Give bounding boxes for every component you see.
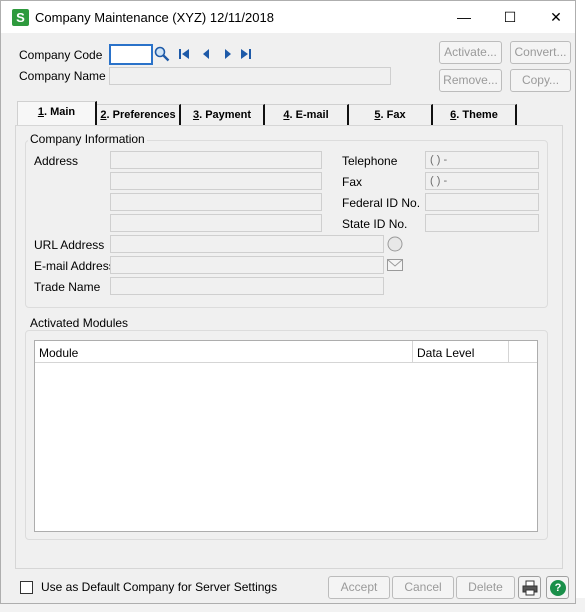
default-company-checkbox[interactable]: [20, 581, 33, 594]
company-code-input[interactable]: [109, 44, 153, 65]
tab-email[interactable]: 4. E-mail: [265, 104, 349, 126]
data-level-column-header[interactable]: Data Level: [417, 346, 474, 360]
trade-name-field[interactable]: [110, 277, 384, 295]
modules-grid-header: Module Data Level: [35, 341, 537, 363]
minimize-button[interactable]: —: [441, 1, 487, 33]
tab-payment[interactable]: 3. Payment: [181, 104, 265, 126]
help-button[interactable]: ?: [546, 576, 569, 599]
address-label: Address: [34, 154, 79, 168]
activated-modules-title: Activated Modules: [28, 316, 131, 330]
company-name-field[interactable]: [109, 67, 391, 85]
default-company-label: Use as Default Company for Server Settin…: [41, 580, 278, 594]
printer-icon: [522, 580, 538, 596]
next-record-icon[interactable]: [221, 48, 235, 62]
company-maintenance-window: S Company Maintenance (XYZ) 12/11/2018 —…: [0, 0, 576, 604]
tab-main[interactable]: 1. Main: [17, 101, 97, 127]
window-title: Company Maintenance (XYZ) 12/11/2018: [35, 10, 274, 25]
help-icon: ?: [550, 580, 566, 596]
maximize-button[interactable]: ☐: [487, 1, 533, 33]
last-record-icon[interactable]: [239, 48, 253, 62]
tab-fax[interactable]: 5. Fax: [349, 104, 433, 126]
first-record-icon[interactable]: [177, 48, 191, 62]
state-id-label: State ID No.: [342, 217, 408, 231]
fax-field[interactable]: ( ) -: [425, 172, 539, 190]
url-address-field[interactable]: [110, 235, 384, 253]
fax-label: Fax: [342, 175, 363, 189]
trade-name-label: Trade Name: [34, 280, 101, 294]
envelope-icon[interactable]: [387, 259, 403, 271]
copy-button[interactable]: Copy...: [510, 69, 571, 92]
close-button[interactable]: ✕: [533, 1, 579, 33]
print-button[interactable]: [518, 576, 541, 599]
tab-theme[interactable]: 6. Theme: [433, 104, 517, 126]
company-name-label: Company Name: [19, 69, 106, 83]
federal-id-field[interactable]: [425, 193, 539, 211]
app-logo-icon: S: [12, 9, 29, 26]
title-bar: S Company Maintenance (XYZ) 12/11/2018 —…: [1, 1, 575, 33]
column-separator: [412, 341, 413, 363]
activate-button[interactable]: Activate...: [439, 41, 502, 64]
federal-id-label: Federal ID No.: [342, 196, 421, 210]
url-address-label: URL Address: [34, 238, 105, 252]
address-line-1-field[interactable]: [110, 151, 322, 169]
modules-grid[interactable]: Module Data Level: [34, 340, 538, 532]
globe-icon[interactable]: [387, 236, 403, 252]
lookup-search-icon[interactable]: [154, 46, 170, 62]
cancel-button[interactable]: Cancel: [392, 576, 454, 599]
accept-button[interactable]: Accept: [328, 576, 390, 599]
convert-button[interactable]: Convert...: [510, 41, 571, 64]
email-address-field[interactable]: [110, 256, 384, 274]
previous-record-icon[interactable]: [199, 48, 213, 62]
company-code-label: Company Code: [19, 48, 103, 62]
state-id-field[interactable]: [425, 214, 539, 232]
delete-button[interactable]: Delete: [456, 576, 515, 599]
email-address-label: E-mail Address: [34, 259, 115, 273]
column-separator: [508, 341, 509, 363]
address-line-2-field[interactable]: [110, 172, 322, 190]
company-information-title: Company Information: [28, 132, 147, 146]
module-column-header[interactable]: Module: [39, 346, 78, 360]
tab-preferences[interactable]: 2. Preferences: [97, 104, 181, 126]
telephone-field[interactable]: ( ) -: [425, 151, 539, 169]
telephone-label: Telephone: [342, 154, 398, 168]
remove-button[interactable]: Remove...: [439, 69, 502, 92]
address-line-4-field[interactable]: [110, 214, 322, 232]
main-tab-panel: Company Information Address URL Address …: [15, 125, 563, 569]
address-line-3-field[interactable]: [110, 193, 322, 211]
